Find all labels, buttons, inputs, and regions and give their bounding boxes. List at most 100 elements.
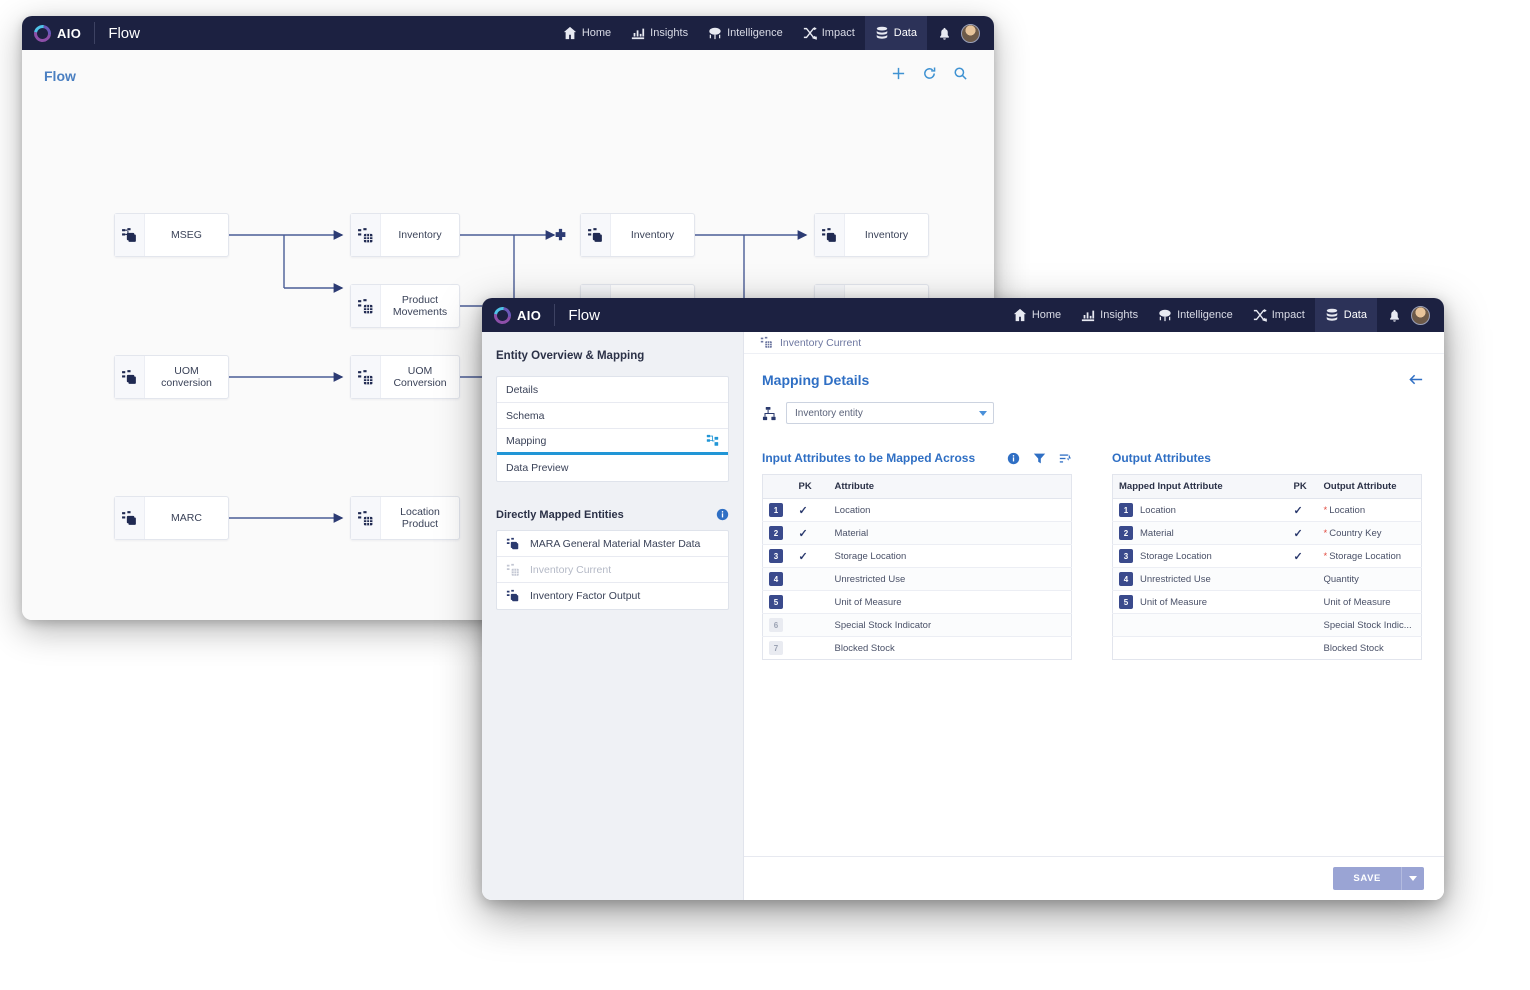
list-item-inventory-current[interactable]: Inventory Current — [497, 557, 728, 583]
output-attributes-table: Mapped Input Attribute PK Output Attribu… — [1112, 474, 1422, 660]
output-attributes-panel: Output Attributes Mapped Input Attribute… — [1112, 450, 1422, 660]
row-index-cell: 5 — [763, 591, 793, 614]
refresh-icon[interactable] — [922, 66, 937, 86]
row-output-cell: *Storage Location — [1318, 545, 1422, 568]
sidebar-label-schema: Schema — [506, 410, 545, 422]
brand-area-back[interactable]: AIO — [22, 16, 81, 50]
sidebar-label-details: Details — [506, 384, 538, 396]
chevron-down-icon — [979, 411, 987, 416]
nav-item-home-back[interactable]: Home — [553, 16, 621, 50]
required-marker: * — [1324, 528, 1328, 539]
nav-item-data-front[interactable]: Data — [1315, 298, 1377, 332]
flow-node-marc[interactable]: MARC — [114, 496, 229, 540]
table-row[interactable]: 7 Blocked Stock — [763, 637, 1072, 660]
mapped-entities-header: Directly Mapped Entities — [496, 508, 729, 521]
bell-icon[interactable] — [933, 22, 955, 44]
list-item-mara[interactable]: MARA General Material Master Data — [497, 531, 728, 557]
sidebar-item-data-preview[interactable]: Data Preview — [497, 455, 728, 481]
source-entity-icon — [115, 356, 145, 398]
flow-node-label: Inventory — [845, 214, 928, 256]
nav-label-impact-front: Impact — [1272, 309, 1305, 321]
mapped-input-label: Unrestricted Use — [1140, 574, 1211, 585]
filter-icon[interactable] — [1033, 452, 1046, 465]
table-row[interactable]: 6 Special Stock Indicator — [763, 614, 1072, 637]
table-row[interactable]: 3 ✓ Storage Location — [763, 545, 1072, 568]
index-badge: 5 — [1119, 595, 1133, 609]
nav-label-insights-back: Insights — [650, 27, 688, 39]
flow-node-uom-conversion[interactable]: UOM Conversion — [350, 355, 460, 399]
flow-node-location-product[interactable]: Location Product — [350, 496, 460, 540]
table-row[interactable]: 2Material ✓ *Country Key — [1113, 522, 1422, 545]
table-row[interactable]: 4 Unrestricted Use — [763, 568, 1072, 591]
sidebar-item-mapping[interactable]: Mapping — [497, 429, 728, 455]
table-row[interactable]: 5 Unit of Measure — [763, 591, 1072, 614]
page-title: Flow — [44, 68, 76, 84]
table-row[interactable]: 3Storage Location ✓ *Storage Location — [1113, 545, 1422, 568]
entity-select-row: Inventory entity — [762, 402, 1424, 424]
source-entity-icon — [581, 214, 611, 256]
table-row[interactable]: Special Stock Indic... — [1113, 614, 1422, 637]
nav-item-data-back[interactable]: Data — [865, 16, 927, 50]
row-mapped-input-cell: 3Storage Location — [1113, 545, 1288, 568]
table-row[interactable]: 4Unrestricted Use Quantity — [1113, 568, 1422, 591]
table-row[interactable]: Blocked Stock — [1113, 637, 1422, 660]
flow-node-product-movements[interactable]: Product Movements — [350, 284, 460, 328]
flow-node-label: UOM conversion — [145, 356, 228, 398]
flow-node-label: MSEG — [145, 214, 228, 256]
save-button[interactable]: SAVE — [1333, 867, 1401, 890]
output-panel-title: Output Attributes — [1112, 451, 1211, 465]
entity-icon — [506, 589, 520, 603]
table-row[interactable]: 5Unit of Measure Unit of Measure — [1113, 591, 1422, 614]
list-item-inventory-factor-output[interactable]: Inventory Factor Output — [497, 583, 728, 609]
avatar[interactable] — [1411, 306, 1430, 325]
save-dropdown-button[interactable] — [1401, 867, 1424, 890]
flow-node-mseg[interactable]: MSEG — [114, 213, 229, 257]
table-row[interactable]: 1 ✓ Location — [763, 499, 1072, 522]
nav-item-intelligence-back[interactable]: Intelligence — [698, 16, 793, 50]
flow-node-inventory-2[interactable]: Inventory — [580, 213, 695, 257]
flow-node-uom-conversion-source[interactable]: UOM conversion — [114, 355, 229, 399]
brand-area-front[interactable]: AIO — [482, 298, 541, 332]
check-icon: ✓ — [799, 528, 808, 540]
nav-item-insights-front[interactable]: Insights — [1071, 298, 1148, 332]
input-attributes-panel: Input Attributes to be Mapped Across — [762, 450, 1072, 660]
sort-icon[interactable] — [1059, 452, 1072, 465]
table-row[interactable]: 2 ✓ Material — [763, 522, 1072, 545]
sidebar-item-details[interactable]: Details — [497, 377, 728, 403]
check-icon: ✓ — [1294, 528, 1303, 540]
info-icon[interactable] — [1007, 452, 1020, 465]
entity-mapping-window: AIO Flow Home Insights Intelligence — [482, 298, 1444, 900]
flow-node-inventory-1[interactable]: Inventory — [350, 213, 460, 257]
bell-icon[interactable] — [1383, 304, 1405, 326]
aio-logo-icon — [31, 21, 55, 45]
save-button-group: SAVE — [1333, 867, 1424, 890]
search-icon[interactable] — [953, 66, 968, 86]
table-entity-icon — [760, 336, 773, 349]
source-entity-icon — [815, 214, 845, 256]
row-pk-cell: ✓ — [793, 499, 829, 522]
nav-item-intelligence-front[interactable]: Intelligence — [1148, 298, 1243, 332]
nav-item-impact-back[interactable]: Impact — [793, 16, 865, 50]
row-pk-cell: ✓ — [1288, 545, 1318, 568]
breadcrumb[interactable]: Inventory Current — [744, 332, 1444, 354]
aio-logo-icon — [491, 303, 515, 327]
table-row[interactable]: 1Location ✓ *Location — [1113, 499, 1422, 522]
add-icon[interactable] — [891, 66, 906, 86]
avatar[interactable] — [961, 24, 980, 43]
nav-label-data-back: Data — [894, 27, 917, 39]
top-navigation-bar-front: AIO Flow Home Insights Intelligence — [482, 298, 1444, 332]
back-arrow-icon[interactable] — [1409, 372, 1424, 387]
entity-select[interactable]: Inventory entity — [786, 402, 994, 424]
nav-item-impact-front[interactable]: Impact — [1243, 298, 1315, 332]
output-label: Special Stock Indic... — [1324, 620, 1412, 631]
row-index-cell: 1 — [763, 499, 793, 522]
row-pk-cell: ✓ — [1288, 522, 1318, 545]
sidebar-item-schema[interactable]: Schema — [497, 403, 728, 429]
flow-node-inventory-3[interactable]: Inventory — [814, 213, 929, 257]
nav-item-home-front[interactable]: Home — [1003, 298, 1071, 332]
chart-icon — [631, 26, 645, 40]
nav-item-insights-back[interactable]: Insights — [621, 16, 698, 50]
col-mapped-input: Mapped Input Attribute — [1113, 475, 1288, 499]
info-icon[interactable] — [716, 508, 729, 521]
col-output-attribute: Output Attribute — [1318, 475, 1422, 499]
